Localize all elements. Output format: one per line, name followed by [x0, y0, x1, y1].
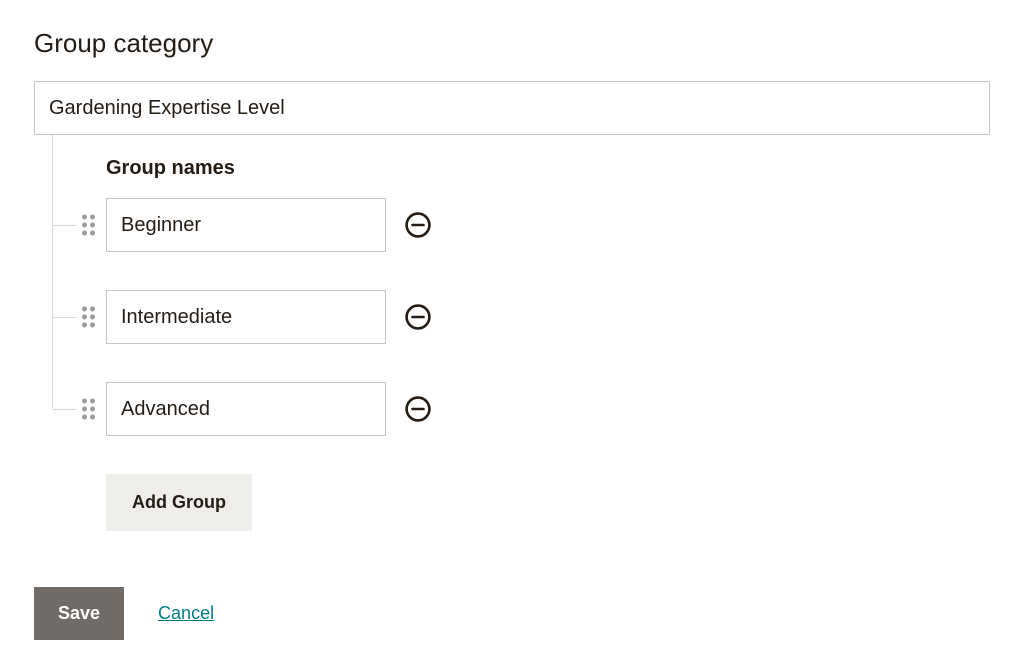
save-button[interactable]: Save	[34, 587, 124, 640]
section-title: Group category	[34, 28, 990, 59]
group-name-input[interactable]	[106, 382, 386, 436]
branch-line	[53, 409, 77, 410]
minus-circle-icon	[405, 396, 431, 422]
group-row	[106, 198, 990, 252]
branch-line	[53, 225, 77, 226]
add-group-button[interactable]: Add Group	[106, 474, 252, 531]
remove-group-button[interactable]	[404, 395, 432, 423]
remove-group-button[interactable]	[404, 211, 432, 239]
group-name-input[interactable]	[106, 198, 386, 252]
group-names-label: Group names	[106, 157, 990, 180]
group-row	[106, 382, 990, 436]
remove-group-button[interactable]	[404, 303, 432, 331]
minus-circle-icon	[405, 212, 431, 238]
drag-handle-icon[interactable]	[82, 215, 95, 236]
group-row	[106, 290, 990, 344]
branch-line	[53, 317, 77, 318]
minus-circle-icon	[405, 304, 431, 330]
drag-handle-icon[interactable]	[82, 307, 95, 328]
tree-trunk-line	[52, 135, 53, 409]
cancel-button[interactable]: Cancel	[158, 603, 214, 624]
drag-handle-icon[interactable]	[82, 399, 95, 420]
group-name-input[interactable]	[106, 290, 386, 344]
group-category-input[interactable]	[34, 81, 990, 135]
